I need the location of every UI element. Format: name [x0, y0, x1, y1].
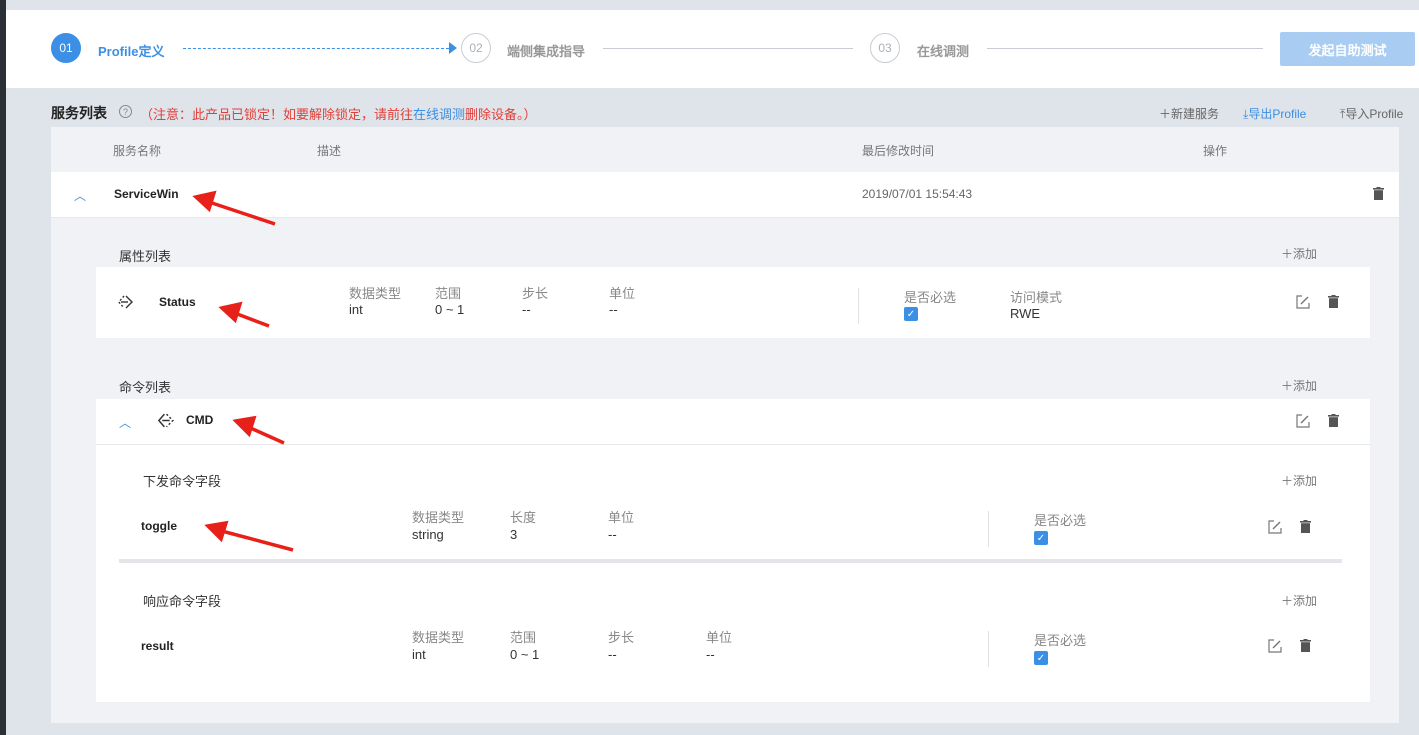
step-1-label[interactable]: Profile定义	[98, 41, 164, 60]
property-access-label: 访问模式	[1010, 290, 1063, 305]
response-field-step-value: --	[608, 647, 617, 662]
response-field-range-label: 范围	[510, 630, 537, 645]
response-field-divider	[988, 631, 989, 667]
down-field-length-label: 长度	[510, 510, 537, 525]
add-command-button[interactable]: ＋添加	[1281, 377, 1317, 394]
property-unit-value: --	[609, 302, 618, 317]
lock-notice: （注意：此产品已锁定！如要解除锁定，请前往在线调测删除设备。）	[140, 104, 537, 123]
property-card	[96, 267, 1370, 338]
top-gutter	[6, 0, 1419, 10]
left-edge	[0, 0, 6, 735]
step-1-circle[interactable]: 01	[51, 33, 81, 63]
service-list-title: 服务列表	[51, 105, 107, 121]
delete-service-icon[interactable]	[1373, 187, 1384, 200]
add-down-field-button[interactable]: ＋添加	[1281, 472, 1317, 489]
response-field-range-value: 0 ~ 1	[510, 647, 540, 662]
col-description: 描述	[317, 144, 342, 158]
response-field-name[interactable]: result	[141, 639, 174, 653]
delete-down-field-icon[interactable]	[1300, 520, 1311, 533]
property-step-label: 步长	[522, 286, 549, 301]
import-profile-button[interactable]: ⤒导入Profile	[1340, 105, 1403, 122]
step-arrow-icon	[449, 42, 457, 54]
property-name[interactable]: Status	[159, 295, 196, 309]
down-field-divider	[988, 511, 989, 547]
property-range-label: 范围	[435, 286, 462, 301]
command-collapse-chevron-icon[interactable]: ︿	[119, 414, 131, 431]
export-profile-button[interactable]: ⤓导出Profile	[1243, 105, 1306, 122]
collapse-chevron-icon[interactable]: ︿	[74, 187, 86, 204]
add-response-field-button[interactable]: ＋添加	[1281, 592, 1317, 609]
command-list-title: 命令列表	[119, 380, 172, 395]
response-field-step-label: 步长	[608, 630, 635, 645]
property-unit-label: 单位	[609, 286, 636, 301]
col-service-name: 服务名称	[113, 144, 162, 158]
down-field-unit-value: --	[608, 527, 617, 542]
down-field-length-value: 3	[510, 527, 518, 542]
response-field-type-value: int	[412, 647, 426, 662]
service-modified-time: 2019/07/01 15:54:43	[862, 187, 973, 201]
step-connector-2	[603, 48, 853, 49]
property-list-title: 属性列表	[119, 249, 172, 264]
property-required-label: 是否必选	[904, 290, 957, 305]
property-range-value: 0 ~ 1	[435, 302, 465, 317]
import-profile-label: 导入Profile	[1345, 107, 1404, 121]
response-field-unit-label: 单位	[706, 630, 733, 645]
notice-suffix: 删除设备。）	[465, 107, 537, 122]
add-property-button[interactable]: ＋添加	[1281, 245, 1317, 262]
step-connector-1	[183, 48, 449, 49]
property-step-value: --	[522, 302, 531, 317]
down-field-required-label: 是否必选	[1034, 513, 1087, 528]
edit-response-field-icon[interactable]	[1268, 639, 1282, 653]
down-field-type-label: 数据类型	[412, 510, 465, 525]
field-section-separator	[119, 559, 1342, 563]
command-header-divider	[96, 444, 1370, 445]
service-row[interactable]	[51, 172, 1399, 218]
response-field-unit-value: --	[706, 647, 715, 662]
table-header	[51, 127, 1399, 172]
new-service-button[interactable]: ＋新建服务	[1159, 105, 1219, 122]
response-field-required-label: 是否必选	[1034, 633, 1087, 648]
down-field-unit-label: 单位	[608, 510, 635, 525]
step-2-circle[interactable]: 02	[461, 33, 491, 63]
delete-response-field-icon[interactable]	[1300, 639, 1311, 652]
response-field-required-checkbox[interactable]: ✓	[1034, 651, 1048, 665]
down-field-name[interactable]: toggle	[141, 519, 177, 533]
notice-prefix: （注意：此产品已锁定！如要解除锁定，请前往	[140, 107, 414, 122]
export-profile-label: 导出Profile	[1248, 107, 1307, 121]
command-diamond-icon	[158, 413, 174, 428]
edit-command-icon[interactable]	[1296, 414, 1310, 428]
down-field-required-checkbox[interactable]: ✓	[1034, 531, 1048, 545]
property-type-value: int	[349, 302, 363, 317]
property-diamond-icon	[118, 295, 133, 309]
step-3-label[interactable]: 在线调测	[917, 41, 969, 60]
start-self-test-button[interactable]: 发起自助测试	[1280, 32, 1415, 66]
service-name[interactable]: ServiceWin	[114, 187, 179, 201]
property-divider	[858, 288, 859, 324]
delete-property-icon[interactable]	[1328, 295, 1339, 308]
step-bar	[6, 10, 1419, 88]
step-3-circle[interactable]: 03	[870, 33, 900, 63]
edit-property-icon[interactable]	[1296, 295, 1310, 309]
step-2-label[interactable]: 端侧集成指导	[507, 41, 585, 60]
col-operations: 操作	[1203, 144, 1228, 158]
property-type-label: 数据类型	[349, 286, 402, 301]
help-icon[interactable]: ?	[119, 105, 132, 118]
command-name[interactable]: CMD	[186, 413, 213, 427]
response-field-type-label: 数据类型	[412, 630, 465, 645]
property-required-checkbox[interactable]: ✓	[904, 307, 918, 321]
down-fields-title: 下发命令字段	[143, 474, 222, 489]
response-fields-title: 响应命令字段	[143, 594, 222, 609]
delete-command-icon[interactable]	[1328, 414, 1339, 427]
property-access-value: RWE	[1010, 306, 1041, 321]
col-last-modified: 最后修改时间	[862, 144, 935, 158]
edit-down-field-icon[interactable]	[1268, 520, 1282, 534]
online-debug-link[interactable]: 在线调测	[413, 107, 465, 122]
down-field-type-value: string	[412, 527, 444, 542]
step-connector-3	[987, 48, 1263, 49]
